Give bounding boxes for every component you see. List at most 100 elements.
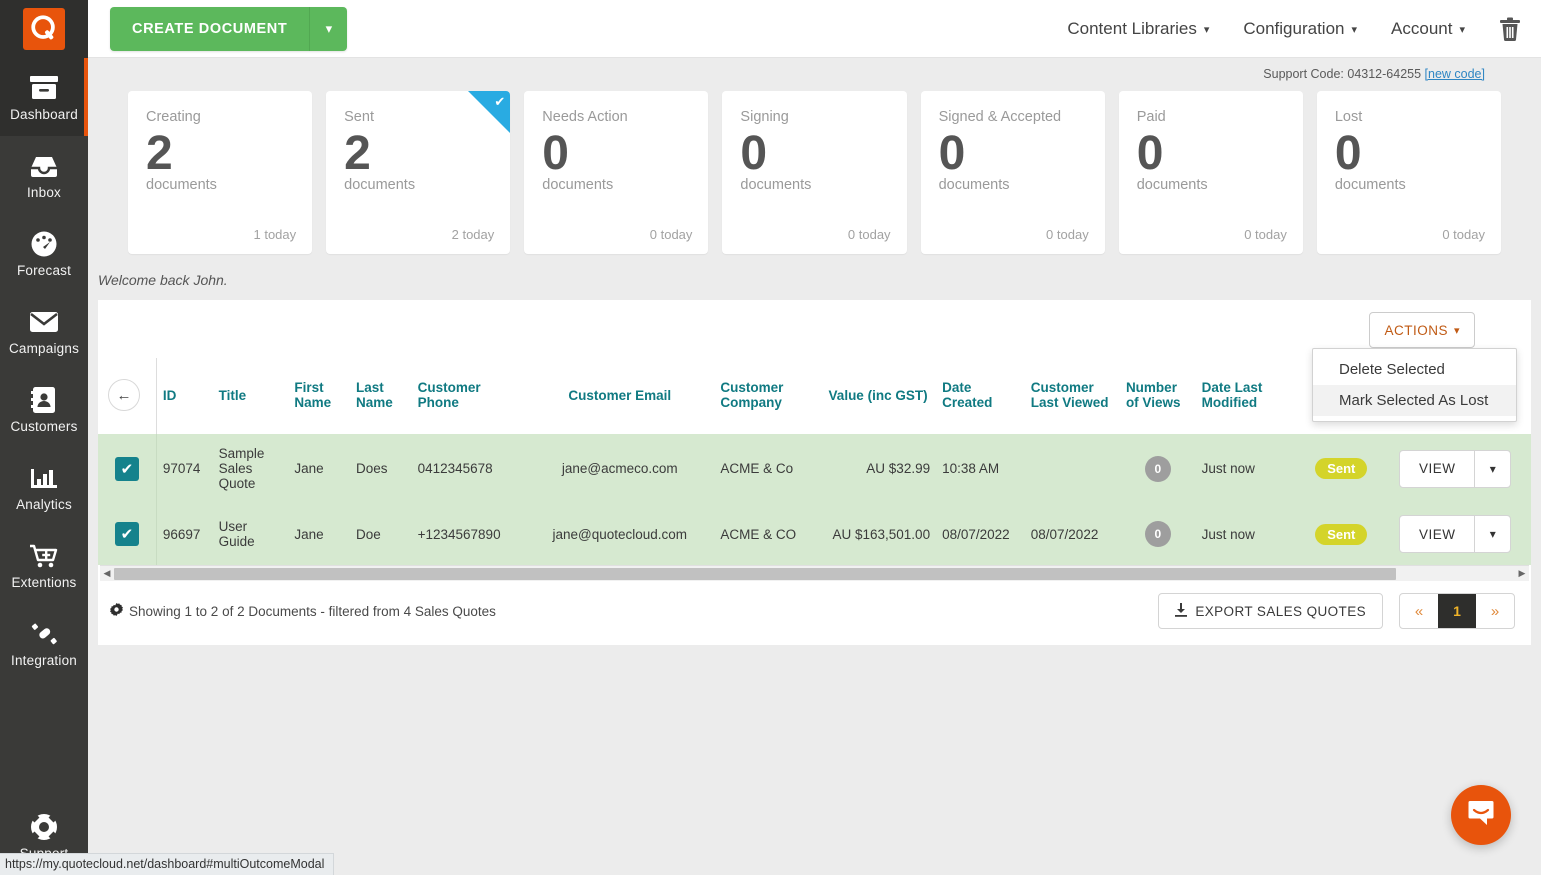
stat-card-today: 2 today: [452, 227, 495, 242]
support-code-line: Support Code: 04312-64255 [new code]: [88, 58, 1541, 81]
col-header-date-last-modified[interactable]: Date Last Modified: [1196, 358, 1310, 434]
showing-info: Showing 1 to 2 of 2 Documents - filtered…: [110, 603, 496, 619]
chevron-down-icon[interactable]: ▾: [1474, 516, 1510, 552]
stat-card-unit: documents: [542, 177, 690, 193]
view-button[interactable]: VIEW: [1400, 451, 1474, 487]
col-header-value[interactable]: Value (inc GST): [823, 358, 937, 434]
sidebar-item-inbox[interactable]: Inbox: [0, 136, 88, 214]
col-header-customer-phone[interactable]: Customer Phone: [412, 358, 526, 434]
sidebar-item-dashboard[interactable]: Dashboard: [0, 58, 88, 136]
stat-card-today: 0 today: [650, 227, 693, 242]
nav-content-libraries[interactable]: Content Libraries ▾: [1067, 19, 1209, 39]
plug-icon: [30, 619, 58, 649]
chevron-down-icon: ▾: [1454, 324, 1460, 337]
stat-card-paid[interactable]: Paid 0 documents 0 today: [1119, 91, 1303, 254]
scrollbar-thumb[interactable]: [114, 568, 1396, 580]
table-row[interactable]: ✔ 96697 User Guide Jane Doe +1234567890 …: [98, 503, 1531, 565]
col-header-number-of-views[interactable]: Number of Views: [1120, 358, 1196, 434]
cell-first-name: Jane: [288, 503, 350, 565]
sidebar-item-extentions[interactable]: Extentions: [0, 526, 88, 604]
cell-first-name: Jane: [288, 434, 350, 503]
sidebar-item-customers[interactable]: Customers: [0, 370, 88, 448]
archive-box-icon: [29, 73, 59, 103]
stat-card-count: 2: [344, 129, 492, 179]
table-row[interactable]: ✔ 97074 Sample Sales Quote Jane Does 041…: [98, 434, 1531, 503]
menu-item-mark-selected-as-lost[interactable]: Mark Selected As Lost: [1313, 385, 1516, 416]
stat-card-today: 0 today: [1442, 227, 1485, 242]
pagination-page-1[interactable]: 1: [1438, 594, 1476, 628]
pagination-last[interactable]: »: [1476, 594, 1514, 628]
cell-date-created: 10:38 AM: [936, 434, 1025, 503]
views-badge: 0: [1145, 456, 1171, 482]
col-header-customer-email[interactable]: Customer Email: [525, 358, 714, 434]
col-header-title[interactable]: Title: [213, 358, 289, 434]
stat-card-count: 0: [939, 129, 1087, 179]
col-header-first-name[interactable]: First Name: [288, 358, 350, 434]
view-button-group[interactable]: VIEW ▾: [1399, 450, 1511, 488]
cell-actions: VIEW ▾: [1379, 503, 1531, 565]
create-document-label[interactable]: CREATE DOCUMENT: [110, 7, 309, 51]
actions-dropdown-menu[interactable]: Delete Selected Mark Selected As Lost: [1312, 348, 1517, 422]
logo[interactable]: [0, 0, 88, 58]
nav-configuration[interactable]: Configuration ▾: [1243, 19, 1357, 39]
sidebar-item-forecast[interactable]: Forecast: [0, 214, 88, 292]
col-header-customer-last-viewed[interactable]: Customer Last Viewed: [1025, 358, 1120, 434]
col-header-date-created[interactable]: Date Created: [936, 358, 1025, 434]
stat-card-title: Signing: [740, 109, 888, 125]
sidebar-item-campaigns[interactable]: Campaigns: [0, 292, 88, 370]
sidebar-item-analytics[interactable]: Analytics: [0, 448, 88, 526]
cell-phone: +1234567890: [412, 503, 526, 565]
new-code-link[interactable]: [new code]: [1425, 67, 1485, 81]
create-document-button[interactable]: CREATE DOCUMENT ▾: [110, 7, 347, 51]
menu-item-delete-selected[interactable]: Delete Selected: [1313, 354, 1516, 385]
chevron-down-icon[interactable]: ▾: [1474, 451, 1510, 487]
col-header-last-name[interactable]: Last Name: [350, 358, 412, 434]
view-button-group[interactable]: VIEW ▾: [1399, 515, 1511, 553]
cell-last-modified: Just now: [1196, 434, 1310, 503]
stat-card-needs-action[interactable]: Needs Action 0 documents 0 today: [524, 91, 708, 254]
stat-card-count: 2: [146, 129, 294, 179]
arrow-left-icon[interactable]: ←: [108, 379, 140, 411]
stat-card-title: Signed & Accepted: [939, 109, 1087, 125]
scroll-left-arrow-icon[interactable]: ◀: [100, 568, 114, 579]
row-checkbox-checked[interactable]: ✔: [115, 522, 139, 546]
row-select-cell[interactable]: ✔: [98, 434, 156, 503]
stat-card-lost[interactable]: Lost 0 documents 0 today: [1317, 91, 1501, 254]
horizontal-scrollbar[interactable]: ◀ ▶: [100, 565, 1529, 581]
col-header-id[interactable]: ID: [156, 358, 212, 434]
pagination[interactable]: « 1 »: [1399, 593, 1515, 629]
chat-launcher-button[interactable]: [1451, 785, 1511, 845]
download-icon: [1175, 603, 1187, 620]
gear-icon[interactable]: [110, 603, 123, 619]
cell-last-modified: Just now: [1196, 503, 1310, 565]
footer-controls: EXPORT SALES QUOTES « 1 »: [1158, 593, 1515, 629]
cell-email: jane@acmeco.com: [525, 434, 714, 503]
stat-card-signed-accepted[interactable]: Signed & Accepted 0 documents 0 today: [921, 91, 1105, 254]
chevron-down-icon[interactable]: ▾: [309, 7, 347, 51]
stat-card-sent[interactable]: ✔ Sent 2 documents 2 today: [326, 91, 510, 254]
stat-card-unit: documents: [740, 177, 888, 193]
stat-card-count: 0: [1335, 129, 1483, 179]
cell-last-name: Does: [350, 434, 412, 503]
pagination-first[interactable]: «: [1400, 594, 1438, 628]
nav-account[interactable]: Account ▾: [1391, 19, 1465, 39]
export-sales-quotes-button[interactable]: EXPORT SALES QUOTES: [1158, 593, 1383, 629]
actions-button[interactable]: ACTIONS ▾: [1369, 312, 1475, 348]
row-select-cell[interactable]: ✔: [98, 503, 156, 565]
col-header-customer-company[interactable]: Customer Company: [714, 358, 822, 434]
stat-card-signing[interactable]: Signing 0 documents 0 today: [722, 91, 906, 254]
cell-id: 96697: [156, 503, 212, 565]
stat-card-unit: documents: [1335, 177, 1483, 193]
scroll-right-arrow-icon[interactable]: ▶: [1515, 568, 1529, 579]
trash-icon[interactable]: [1499, 17, 1521, 41]
sidebar-item-integration[interactable]: Integration: [0, 604, 88, 682]
stat-card-count: 0: [1137, 129, 1285, 179]
sidebar-item-label: Extentions: [11, 575, 76, 590]
sidebar-item-label: Analytics: [16, 497, 72, 512]
row-checkbox-checked[interactable]: ✔: [115, 457, 139, 481]
scrollbar-track[interactable]: [114, 567, 1515, 581]
cell-value: AU $32.99: [823, 434, 937, 503]
view-button[interactable]: VIEW: [1400, 516, 1474, 552]
stat-card-count: 0: [542, 129, 690, 179]
stat-card-creating[interactable]: Creating 2 documents 1 today: [128, 91, 312, 254]
